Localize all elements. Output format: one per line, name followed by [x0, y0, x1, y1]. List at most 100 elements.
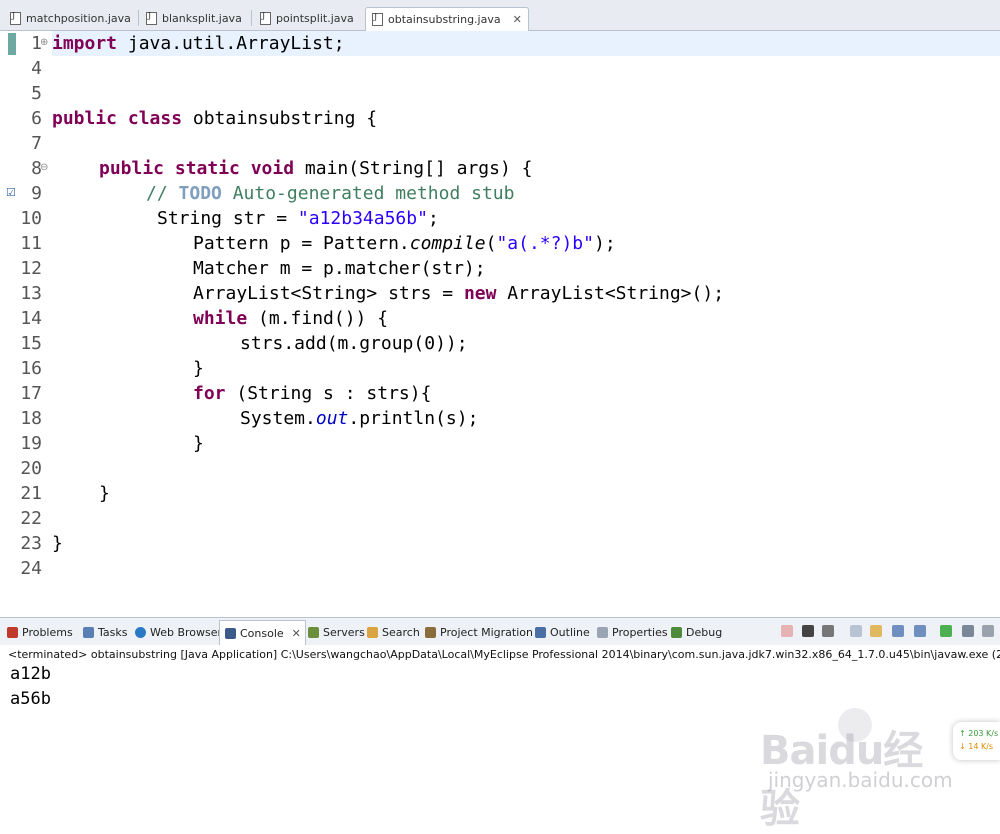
tab-label: pointsplit.java: [276, 11, 354, 25]
line-number: 6: [31, 108, 42, 129]
views-tab-bar: Problems Tasks Web Browser Console ✕ Ser…: [0, 617, 1000, 646]
console-status-line: <terminated> obtainsubstring [Java Appli…: [8, 648, 1000, 661]
keyword: public class: [52, 108, 183, 129]
code-text: (String s : strs){: [225, 383, 432, 404]
code-line: String str = "a12b34a56b";: [157, 206, 439, 231]
properties-icon: [597, 626, 608, 638]
tasks-icon: [83, 626, 94, 638]
terminate-icon[interactable]: [781, 625, 793, 637]
fold-collapse-icon[interactable]: ⊖: [40, 162, 48, 173]
editor-tab-bar: matchposition.java blanksplit.java point…: [0, 0, 1000, 31]
line-number: 7: [31, 133, 42, 154]
line-number: 24: [20, 558, 42, 579]
tab-separator: [251, 10, 252, 26]
tab-console[interactable]: Console ✕: [219, 620, 306, 645]
console-icon: [225, 627, 236, 639]
outline-icon: [535, 626, 546, 638]
comment: Auto-generated method stub: [221, 183, 515, 204]
tab-label: matchposition.java: [26, 11, 131, 25]
code-text: (m.find()) {: [247, 308, 389, 329]
tab-label: Servers: [323, 625, 365, 639]
view-menu-icon[interactable]: [982, 625, 994, 637]
code-editor[interactable]: 1 ⊕ 4 5 6 7 8 ⊖ 9 ☑ 10 11 12 13 14 15 16…: [0, 31, 1000, 642]
line-number: 17: [20, 383, 42, 404]
line-number: 23: [20, 533, 42, 554]
watermark-url: jingyan.baidu.com: [768, 768, 953, 792]
line-number: 13: [20, 283, 42, 304]
globe-icon: [135, 626, 146, 638]
tab-label: Problems: [22, 625, 73, 639]
tab-pointsplit[interactable]: pointsplit.java: [254, 7, 354, 29]
keyword: for: [193, 383, 226, 404]
line-number: 15: [20, 333, 42, 354]
code-line: import java.util.ArrayList;: [52, 31, 345, 56]
tab-tasks[interactable]: Tasks: [78, 624, 127, 640]
debug-icon: [671, 626, 682, 638]
static-field: out: [315, 408, 349, 429]
line-number: 19: [20, 433, 42, 454]
tab-label: Search: [382, 625, 420, 639]
line-number: 5: [31, 83, 42, 104]
line-number: 4: [31, 58, 42, 79]
close-console-icon[interactable]: ✕: [292, 627, 301, 640]
remove-launch-icon[interactable]: [802, 625, 814, 637]
migration-icon: [425, 626, 436, 638]
code-line: while (m.find()) {: [193, 306, 388, 331]
tab-project-migration[interactable]: Project Migration: [420, 624, 533, 640]
tab-servers[interactable]: Servers: [303, 624, 365, 640]
string-literal: "a(.*?)b": [496, 233, 594, 254]
code-text: );: [594, 233, 616, 254]
tab-label: Properties: [612, 625, 668, 639]
tab-label: Project Migration: [440, 625, 533, 639]
line-number: 20: [20, 458, 42, 479]
word-wrap-icon[interactable]: [892, 625, 904, 637]
java-file-icon: [146, 11, 157, 25]
code-text: Pattern p = Pattern.: [193, 233, 410, 254]
tab-properties[interactable]: Properties: [592, 624, 668, 640]
fold-expand-icon[interactable]: ⊕: [40, 37, 48, 48]
keyword: import: [52, 33, 118, 54]
code-line: Pattern p = Pattern.compile("a(.*?)b");: [193, 231, 616, 256]
tab-blanksplit[interactable]: blanksplit.java: [140, 7, 242, 29]
scroll-lock-icon[interactable]: [870, 625, 882, 637]
line-number: 16: [20, 358, 42, 379]
keyword: new: [463, 283, 497, 304]
tab-obtainsubstring[interactable]: obtainsubstring.java ✕: [365, 7, 529, 31]
tab-web-browser[interactable]: Web Browser: [130, 624, 222, 640]
code-line: // TODO Auto-generated method stub: [146, 181, 514, 206]
upload-speed: ↑ 203 K/s: [959, 729, 999, 738]
tab-debug[interactable]: Debug: [666, 624, 722, 640]
code-text: obtainsubstring {: [182, 108, 378, 129]
tab-label: Web Browser: [150, 625, 223, 639]
display-console-icon[interactable]: [940, 625, 952, 637]
code-text: String str =: [157, 208, 298, 229]
todo-tag: TODO: [178, 183, 222, 204]
code-text: .println(s);: [348, 408, 479, 429]
tab-search[interactable]: Search: [362, 624, 420, 640]
close-tab-icon[interactable]: ✕: [513, 13, 522, 26]
comment: //: [146, 183, 179, 204]
clear-console-icon[interactable]: [850, 625, 862, 637]
java-file-icon: [260, 11, 271, 25]
code-line: }: [99, 483, 110, 504]
code-line: Matcher m = p.matcher(str);: [193, 258, 486, 279]
problems-icon: [7, 626, 18, 638]
tab-problems[interactable]: Problems: [2, 624, 73, 640]
code-text: ArrayList<String>();: [496, 283, 725, 304]
tab-label: Tasks: [98, 625, 128, 639]
remove-all-terminated-icon[interactable]: [822, 625, 834, 637]
download-speed: ↓ 14 K/s: [959, 742, 994, 751]
pin-console-icon[interactable]: [914, 625, 926, 637]
open-console-icon[interactable]: [962, 625, 974, 637]
code-line: for (String s : strs){: [193, 381, 431, 406]
line-number: 8: [31, 158, 42, 179]
tab-outline[interactable]: Outline: [530, 624, 590, 640]
line-number: 12: [20, 258, 42, 279]
java-file-icon: [10, 11, 21, 25]
tab-label: Debug: [686, 625, 723, 639]
tab-matchposition[interactable]: matchposition.java: [4, 7, 131, 29]
task-marker-icon[interactable]: ☑: [6, 186, 16, 199]
line-number: 1: [31, 33, 42, 54]
string-literal: "a12b34a56b": [297, 208, 428, 229]
line-number: 10: [20, 208, 42, 229]
